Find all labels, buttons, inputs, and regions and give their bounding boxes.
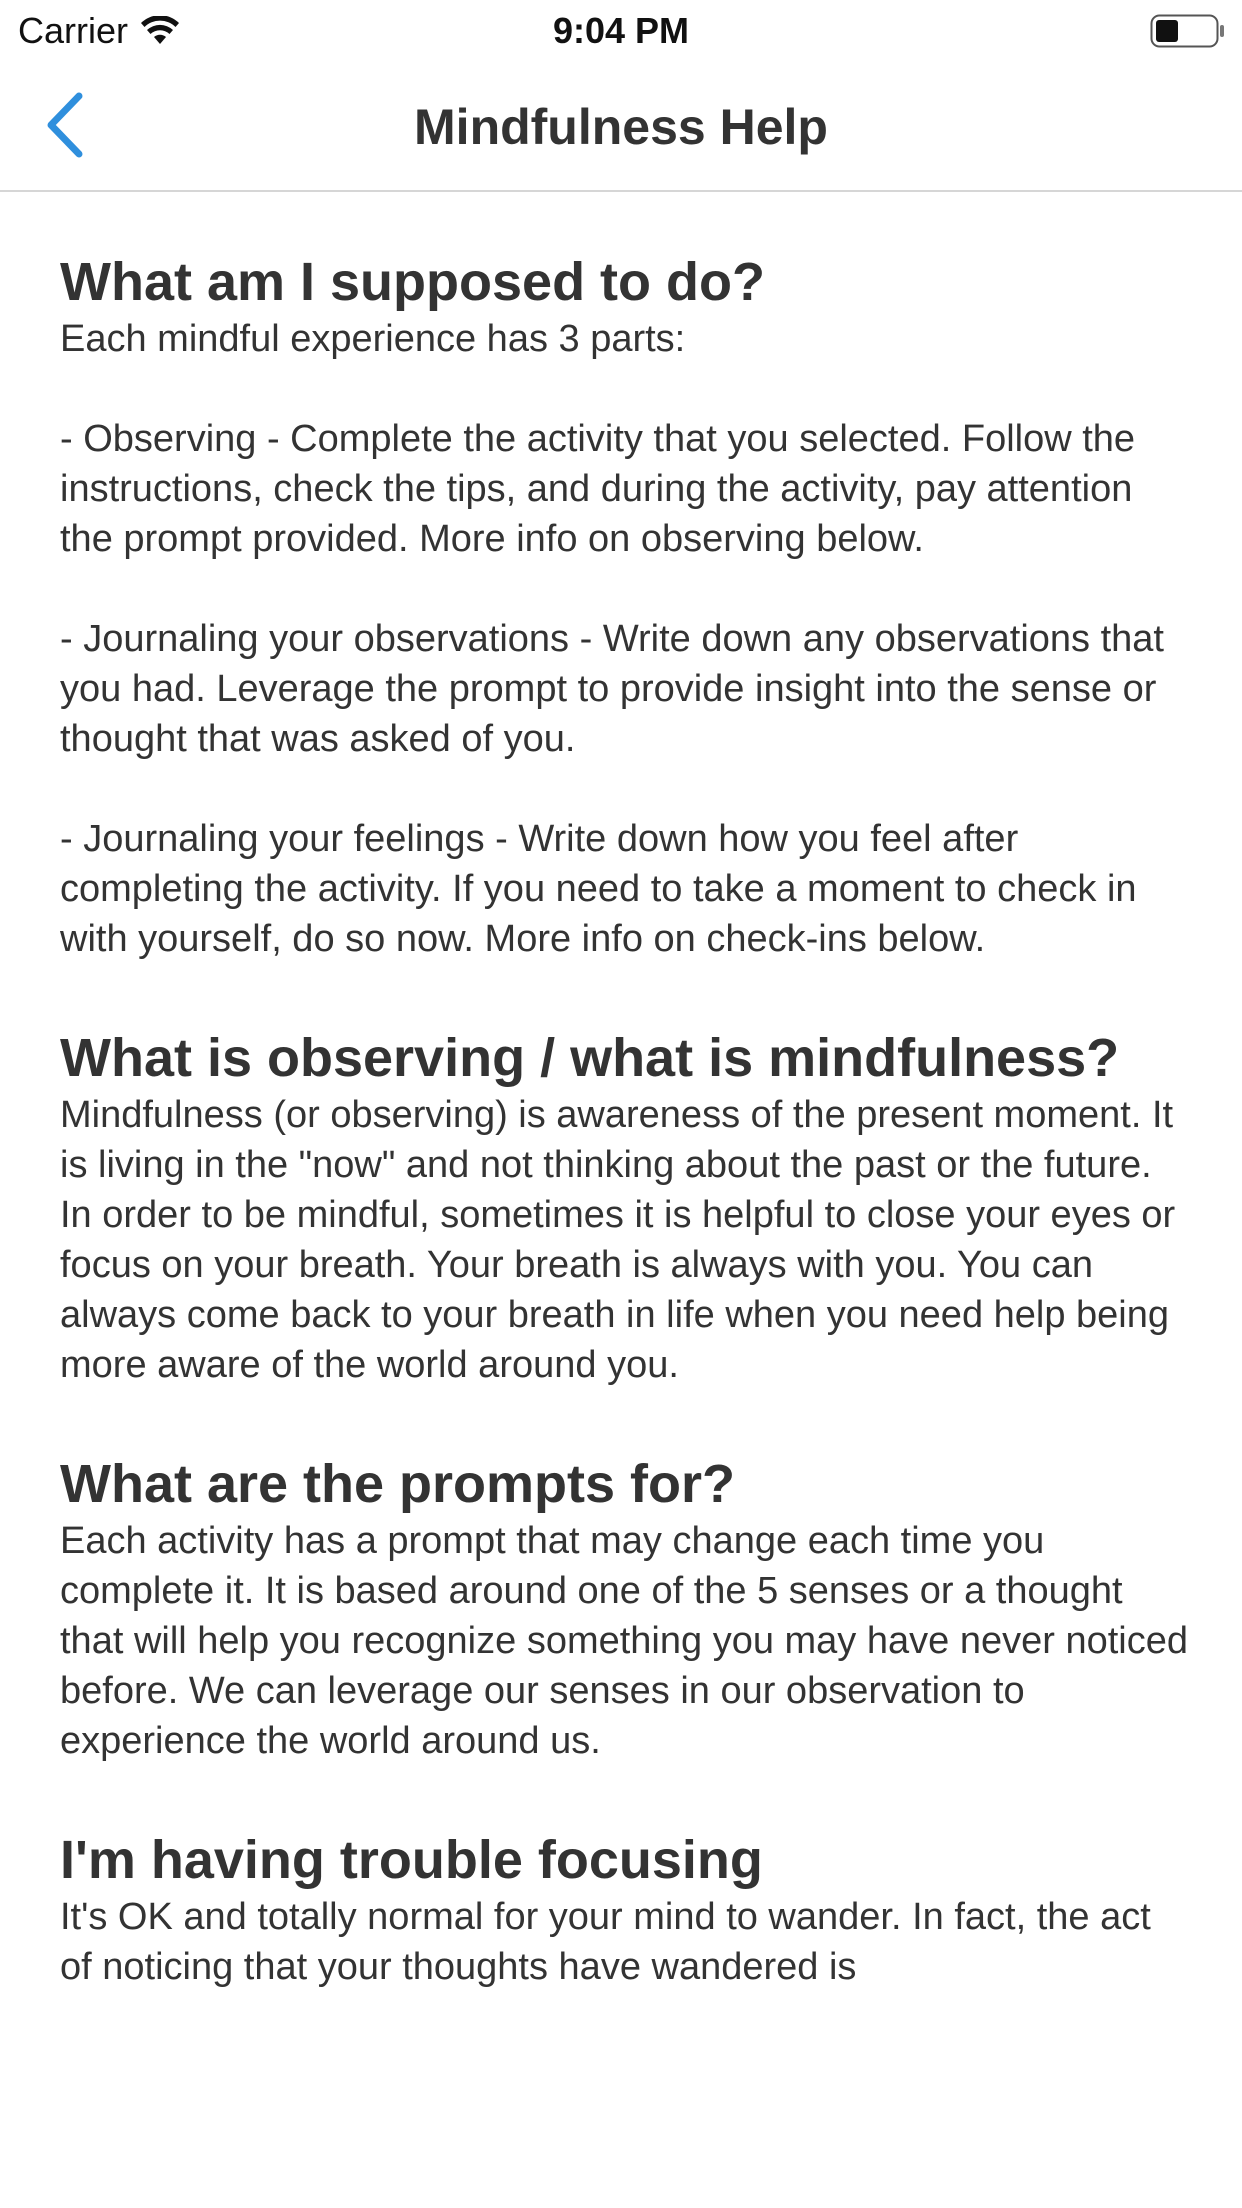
section-trouble-focusing: I'm having trouble focusing It's OK and …: [60, 1828, 1190, 1992]
help-content: What am I supposed to do? Each mindful e…: [60, 250, 1190, 2054]
section-heading: What are the prompts for?: [60, 1454, 736, 1514]
navigation-bar: Mindfulness Help: [0, 60, 1242, 192]
section-paragraph: - Journaling your observations - Write d…: [60, 618, 1164, 760]
page-title: Mindfulness Help: [414, 99, 828, 155]
status-time: 9:04 PM: [552, 10, 690, 51]
section-paragraph: - Journaling your feelings - Write down …: [60, 818, 1137, 960]
section-heading: What is observing / what is mindfulness?: [60, 1028, 1120, 1088]
section-paragraph: Mindfulness (or observing) is awareness …: [60, 1094, 1176, 1386]
battery-icon: [1150, 14, 1224, 48]
section-heading: What am I supposed to do?: [60, 252, 765, 312]
section-prompts: What are the prompts for? Each activity …: [60, 1452, 1190, 1766]
section-paragraph: - Observing - Complete the activity that…: [60, 418, 1136, 560]
section-what-to-do: What am I supposed to do? Each mindful e…: [60, 250, 1190, 964]
section-paragraph: Each mindful experience has 3 parts:: [60, 318, 686, 360]
section-what-is-mindfulness: What is observing / what is mindfulness?…: [60, 1026, 1190, 1390]
section-heading: I'm having trouble focusing: [60, 1830, 763, 1890]
status-bar: Carrier 9:04 PM: [0, 0, 1242, 60]
section-paragraph: It's OK and totally normal for your mind…: [60, 1896, 1151, 1988]
section-paragraph: Each activity has a prompt that may chan…: [60, 1520, 1188, 1762]
